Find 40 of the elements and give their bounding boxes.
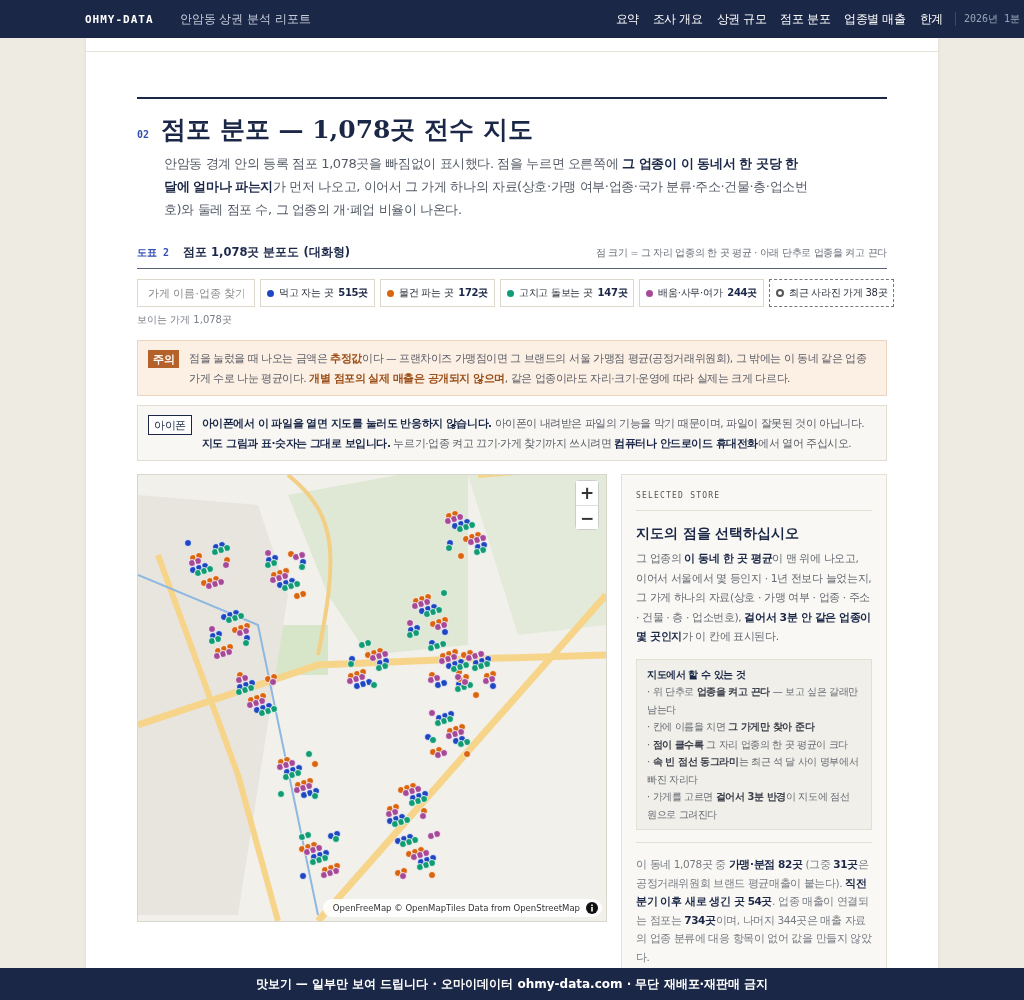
brand-logo: OHMY-DATA [85, 12, 154, 26]
figure-note: 점 크기 = 그 자리 업종의 한 곳 평균 · 아래 단추로 업종을 켜고 끈다 [596, 247, 887, 260]
tip-item: · 가게를 고르면 걸어서 3분 반경이 지도에 점선 원으로 그려진다 [647, 790, 851, 822]
nav-link[interactable]: 상권 규모 [716, 10, 767, 28]
tip-item: · 위 단추로 업종을 켜고 끈다 — 보고 싶은 갈래만 남는다 [647, 685, 859, 717]
map-attribution: OpenFreeMap © OpenMapTiles Data from OpenStreetMap [332, 903, 580, 913]
panel-eyebrow: SELECTED STORE [636, 491, 872, 511]
tip-item: · 점이 클수록 그 자리 업종의 한 곳 평균이 크다 [647, 737, 849, 752]
nav-link[interactable]: 업종별 매출 [844, 10, 906, 28]
tip-item: · 속 빈 점선 동그라미는 최근 석 달 사이 명부에서 빠진 자리다 [647, 755, 860, 787]
panel-text: 그 업종의 이 동네 한 곳 평균이 맨 위에 나오고, 이어서 서울에서 몇 등인지 · 1년 전보다 늘었는지, 그 가게 하나의 자료(상호 · 가맹 여부 · 업종 · 주소 · 건물 · 층 · 업소번호), 걸어서 3분 안 같은 업종이 몇 곳인지가 이 칸에 표시된다. [636, 551, 872, 645]
nav-link[interactable]: 조사 개요 [652, 10, 703, 28]
figure-title: 점포 1,078곳 분포도 (대화형) [183, 245, 350, 260]
filter-button[interactable]: 최근 사라진 가게 38곳 [768, 279, 895, 307]
filter-button[interactable]: 먹고 자는 곳 515곳 [260, 279, 375, 307]
notice-badge: 주의 [148, 350, 180, 368]
report-title: 안암동 상권 분석 리포트 [179, 10, 312, 28]
zoom-out-button[interactable]: − [576, 505, 598, 529]
nav-link[interactable]: 요약 [615, 10, 639, 28]
info-icon[interactable] [586, 902, 598, 914]
preview-banner: 맛보기 — 일부만 보여 드립니다 · 오마이데이터 ohmy-data.com · 무단 재배포·재판매 금지 [0, 968, 1024, 1000]
tip-item: · 칸에 이름을 치면 그 가게만 찾아 준다 [647, 720, 816, 734]
nav-link[interactable]: 점포 분포 [780, 10, 831, 28]
lead-paragraph: 안암동 경계 안의 등록 점포 1,078곳을 빠짐없이 표시했다. 점을 누르면 오른쪽에 그 업종이 이 동네서 한 곳당 한 달에 얼마나 파는지가 먼저 나오고, 이어서 그 가게 하나의 자료(상호·가맹 여부·업종·국가 분류·주소·건물·층·업소번호)와 둘레 점포 수, 그 업종의 개·폐업 비율이 나온다. [164, 155, 809, 219]
search-field[interactable]: 가게 이름·업종 찾기 [137, 279, 255, 307]
section-number: 02 [137, 129, 150, 140]
tips-title: 지도에서 할 수 있는 것 [647, 667, 747, 682]
nav-link[interactable]: 한계 [919, 10, 943, 28]
section-title: 점포 분포 — 1,078곳 전수 지도 [161, 114, 533, 146]
filter-button[interactable]: 배움·사무·여가 244곳 [639, 279, 764, 307]
period-label: 2026년 1분 [954, 12, 1020, 26]
notice-badge: 아이폰 [148, 415, 192, 435]
summary-text: 이 동네 1,078곳 중 가맹·분점 82곳 (그중 31곳은 공정거래위원회 브랜드 평균매출이 붙는다). 직전 분기 이후 새로 생긴 곳 54곳. 업종 매출이 연결되는 점포는 734곳이며, 나머지 344곳은 매출 자료의 업종 분류에 대응 항목이 없어 값을 만들지 않았다. [636, 842, 872, 966]
notice-text: 점을 눌렀을 때 나오는 금액은 추정값이다 — 프랜차이즈 가맹점이면 그 브랜드의 서울 가맹점 평균(공정거래위원회), 그 밖에는 이 동네 같은 업종 가게 수로 나눈 평균이다. 개별 점포의 실제 매출은 공개되지 않으며, 같은 업종이라도 자리·크기·운영에 따라 실제는 크게 다르다. [189, 351, 868, 386]
visible-count: 보이는 가게 1,078곳 [137, 313, 233, 327]
filter-button[interactable]: 고치고 돌보는 곳 147곳 [499, 279, 635, 307]
notice-text: 아이폰에서 이 파일을 열면 지도를 눌러도 반응하지 않습니다. 아이폰이 내려받은 파일의 기능을 막기 때문이며, 파일이 잘못된 것이 아닙니다. 지도 그림과 표·숫자는 그대로 보입니다. 누르기·업종 켜고 끄기·가게 찾기까지 쓰시려면 컴퓨터나 안드로이드 휴대전화에서 열어 주십시오. [201, 416, 866, 451]
figure-label: 도표 2 [137, 246, 170, 260]
panel-title: 지도의 점을 선택하십시오 [636, 525, 801, 543]
filter-button[interactable]: 물건 파는 곳 172곳 [379, 279, 495, 307]
